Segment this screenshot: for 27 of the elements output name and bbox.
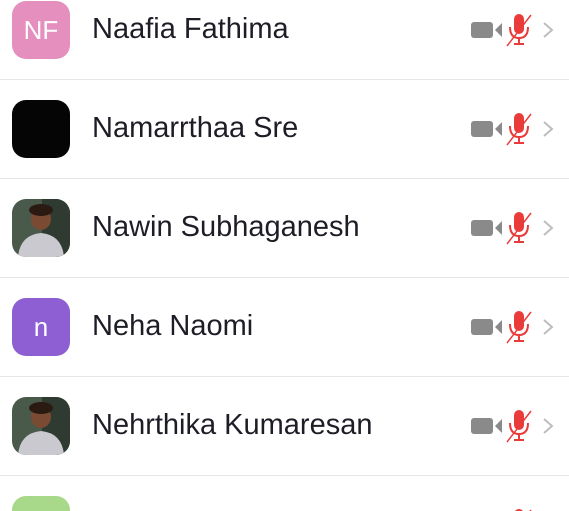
muted-microphone-icon[interactable] [505, 13, 533, 47]
video-camera-icon[interactable] [471, 20, 503, 40]
video-camera-icon[interactable] [471, 317, 503, 337]
video-camera-icon[interactable] [471, 416, 503, 436]
participant-row[interactable]: Nawin Subhaganesh [0, 179, 569, 278]
video-camera-icon[interactable] [471, 218, 503, 238]
participant-name: Nehrthika Kumaresan [92, 408, 372, 444]
video-camera-icon[interactable] [471, 119, 503, 139]
participant-row[interactable]: Namarrthaa Sre [0, 80, 569, 179]
participant-name: Nawin Subhaganesh [92, 210, 360, 246]
muted-microphone-icon[interactable] [505, 409, 533, 443]
muted-microphone-icon[interactable] [505, 211, 533, 245]
avatar-initials: NF [24, 14, 58, 46]
participant-row[interactable]: Nehrthika Kumaresan [0, 377, 569, 476]
muted-microphone-icon[interactable] [505, 112, 533, 146]
chevron-right-icon[interactable] [541, 218, 555, 238]
chevron-right-icon[interactable] [541, 317, 555, 337]
participant-row[interactable]: n Neha Naomi [0, 278, 569, 377]
participant-row[interactable]: NF Naafia Fathima [0, 0, 569, 80]
chevron-right-icon[interactable] [541, 416, 555, 436]
chevron-right-icon[interactable] [541, 119, 555, 139]
muted-microphone-icon[interactable] [505, 310, 533, 344]
avatar-initials: n [34, 310, 48, 344]
participant-name: Namarrthaa Sre [92, 111, 298, 146]
chevron-right-icon[interactable] [541, 20, 555, 40]
participant-name: Naafia Fathima [92, 12, 289, 48]
participant-name: Neha Naomi [92, 309, 254, 344]
